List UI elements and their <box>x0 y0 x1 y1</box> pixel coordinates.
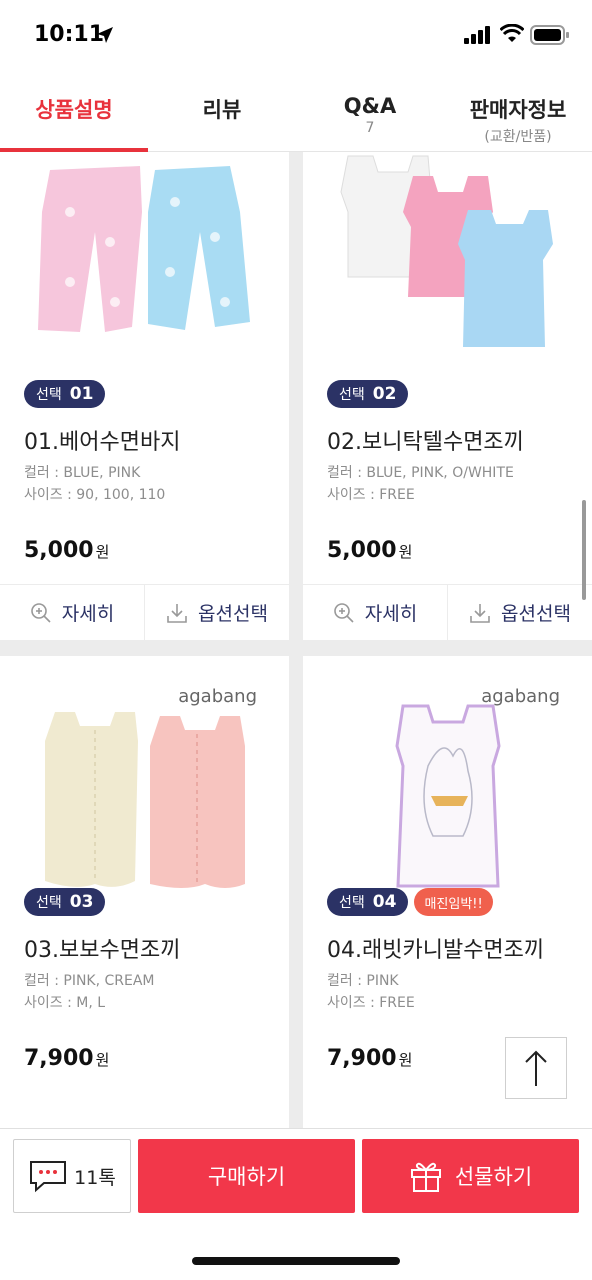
tab-label: 판매자정보 <box>469 98 567 122</box>
badge-prefix: 선택 <box>339 895 365 911</box>
price-value: 7,900 <box>24 1046 94 1071</box>
option-badge: 선택 04 <box>327 888 409 916</box>
price-unit: 원 <box>95 1051 110 1069</box>
product-color: 컬러 : BLUE, PINK <box>24 465 141 481</box>
product-image-sleep-vests <box>45 712 245 888</box>
talk-label: 11톡 <box>74 1166 116 1189</box>
product-name: 04.래빗카니발수면조끼 <box>327 938 545 963</box>
product-price: 7,900 원 <box>24 1046 109 1071</box>
zoom-in-icon <box>333 602 354 623</box>
scrollbar[interactable] <box>582 500 586 600</box>
zoom-in-icon <box>30 602 51 623</box>
tab-description[interactable]: 상품설명 <box>0 74 148 152</box>
badge-prefix: 선택 <box>36 387 62 403</box>
location-arrow-icon <box>97 27 113 43</box>
product-color: 컬러 : PINK <box>327 973 399 989</box>
product-size: 사이즈 : FREE <box>327 995 415 1011</box>
talk-button[interactable]: 11톡 <box>13 1139 131 1213</box>
detail-button[interactable]: 자세히 <box>303 585 447 640</box>
price-value: 5,000 <box>327 538 397 563</box>
badge-row: 선택 04 매진임박!! <box>327 888 493 916</box>
tab-label: 리뷰 <box>202 98 242 122</box>
wifi-icon <box>500 24 524 42</box>
product-name: 01.베어수면바지 <box>24 430 181 455</box>
option-label: 옵션선택 <box>501 603 571 625</box>
tab-label: 상품설명 <box>35 98 113 122</box>
detail-label: 자세히 <box>364 603 418 625</box>
product-grid: 선택 01 01.베어수면바지 컬러 : BLUE, PINK 사이즈 : 90,… <box>0 152 592 1128</box>
option-badge: 선택 01 <box>24 380 106 408</box>
price-unit: 원 <box>398 1051 413 1069</box>
product-image-vests <box>340 155 553 347</box>
product-color: 컬러 : PINK, CREAM <box>24 973 155 989</box>
cellular-signal-icon <box>464 26 490 44</box>
scroll-to-top-button[interactable] <box>505 1037 567 1099</box>
product-name: 02.보니탁텔수면조끼 <box>327 430 524 455</box>
product-size: 사이즈 : 90, 100, 110 <box>24 487 166 503</box>
detail-button[interactable]: 자세히 <box>0 585 144 640</box>
badge-row: 선택 02 <box>327 380 409 408</box>
product-name: 03.보보수면조끼 <box>24 938 181 963</box>
gift-button[interactable]: 선물하기 <box>362 1139 579 1213</box>
card-actions: 자세히 옵션선택 <box>0 584 289 640</box>
tab-label: Q&A <box>343 94 397 118</box>
download-icon <box>470 603 490 623</box>
arrow-up-icon <box>525 1050 547 1086</box>
tab-qna[interactable]: Q&A 7 <box>296 74 444 152</box>
tab-review[interactable]: 리뷰 <box>148 74 296 152</box>
sold-out-soon-badge: 매진임박!! <box>414 888 493 916</box>
price-unit: 원 <box>398 543 413 561</box>
battery-icon <box>530 25 569 45</box>
product-price: 7,900 원 <box>327 1046 412 1071</box>
price-value: 7,900 <box>327 1046 397 1071</box>
buy-button[interactable]: 구매하기 <box>138 1139 355 1213</box>
product-tabs: 상품설명 리뷰 Q&A 7 판매자정보 (교환/반품) <box>0 74 592 152</box>
product-card-03[interactable]: agabang 선택 03 03.보보수면조끼 컬러 : PINK, CREAM … <box>0 656 289 1128</box>
gift-icon <box>410 1162 441 1192</box>
option-badge: 선택 02 <box>327 380 409 408</box>
option-badge: 선택 03 <box>24 888 106 916</box>
product-card-02[interactable]: 선택 02 02.보니탁텔수면조끼 컬러 : BLUE, PINK, O/WHIT… <box>303 152 592 640</box>
product-size: 사이즈 : M, L <box>24 995 106 1011</box>
badge-prefix: 선택 <box>36 895 62 911</box>
download-icon <box>167 603 187 623</box>
badge-prefix: 선택 <box>339 387 365 403</box>
home-indicator[interactable] <box>192 1257 400 1265</box>
product-image-pants <box>38 166 250 332</box>
product-size: 사이즈 : FREE <box>327 487 415 503</box>
chat-bubble-icon <box>30 1161 67 1193</box>
badge-number: 04 <box>372 892 397 912</box>
badge-number: 03 <box>69 892 94 912</box>
buy-label: 구매하기 <box>207 1165 286 1189</box>
gift-label: 선물하기 <box>454 1165 533 1189</box>
option-label: 옵션선택 <box>198 603 268 625</box>
qna-count: 7 <box>365 120 375 136</box>
card-actions: 자세히 옵션선택 <box>303 584 592 640</box>
badge-number: 01 <box>69 384 94 404</box>
status-time: 10:11 <box>34 22 105 47</box>
option-select-button[interactable]: 옵션선택 <box>447 585 592 640</box>
tab-seller-info[interactable]: 판매자정보 (교환/반품) <box>444 74 592 152</box>
product-price: 5,000 원 <box>327 538 412 563</box>
product-card-01[interactable]: 선택 01 01.베어수면바지 컬러 : BLUE, PINK 사이즈 : 90,… <box>0 152 289 640</box>
badge-row: 선택 03 <box>24 888 106 916</box>
product-color: 컬러 : BLUE, PINK, O/WHITE <box>327 465 514 481</box>
bottom-action-bar: 11톡 구매하기 선물하기 <box>0 1128 592 1280</box>
status-bar: 10:11 <box>0 0 592 74</box>
price-unit: 원 <box>95 543 110 561</box>
product-price: 5,000 원 <box>24 538 109 563</box>
tab-sublabel: (교환/반품) <box>484 129 552 145</box>
badge-row: 선택 01 <box>24 380 106 408</box>
detail-label: 자세히 <box>61 603 115 625</box>
price-value: 5,000 <box>24 538 94 563</box>
option-select-button[interactable]: 옵션선택 <box>144 585 289 640</box>
product-image-rabbit-vest <box>395 704 501 888</box>
badge-number: 02 <box>372 384 397 404</box>
